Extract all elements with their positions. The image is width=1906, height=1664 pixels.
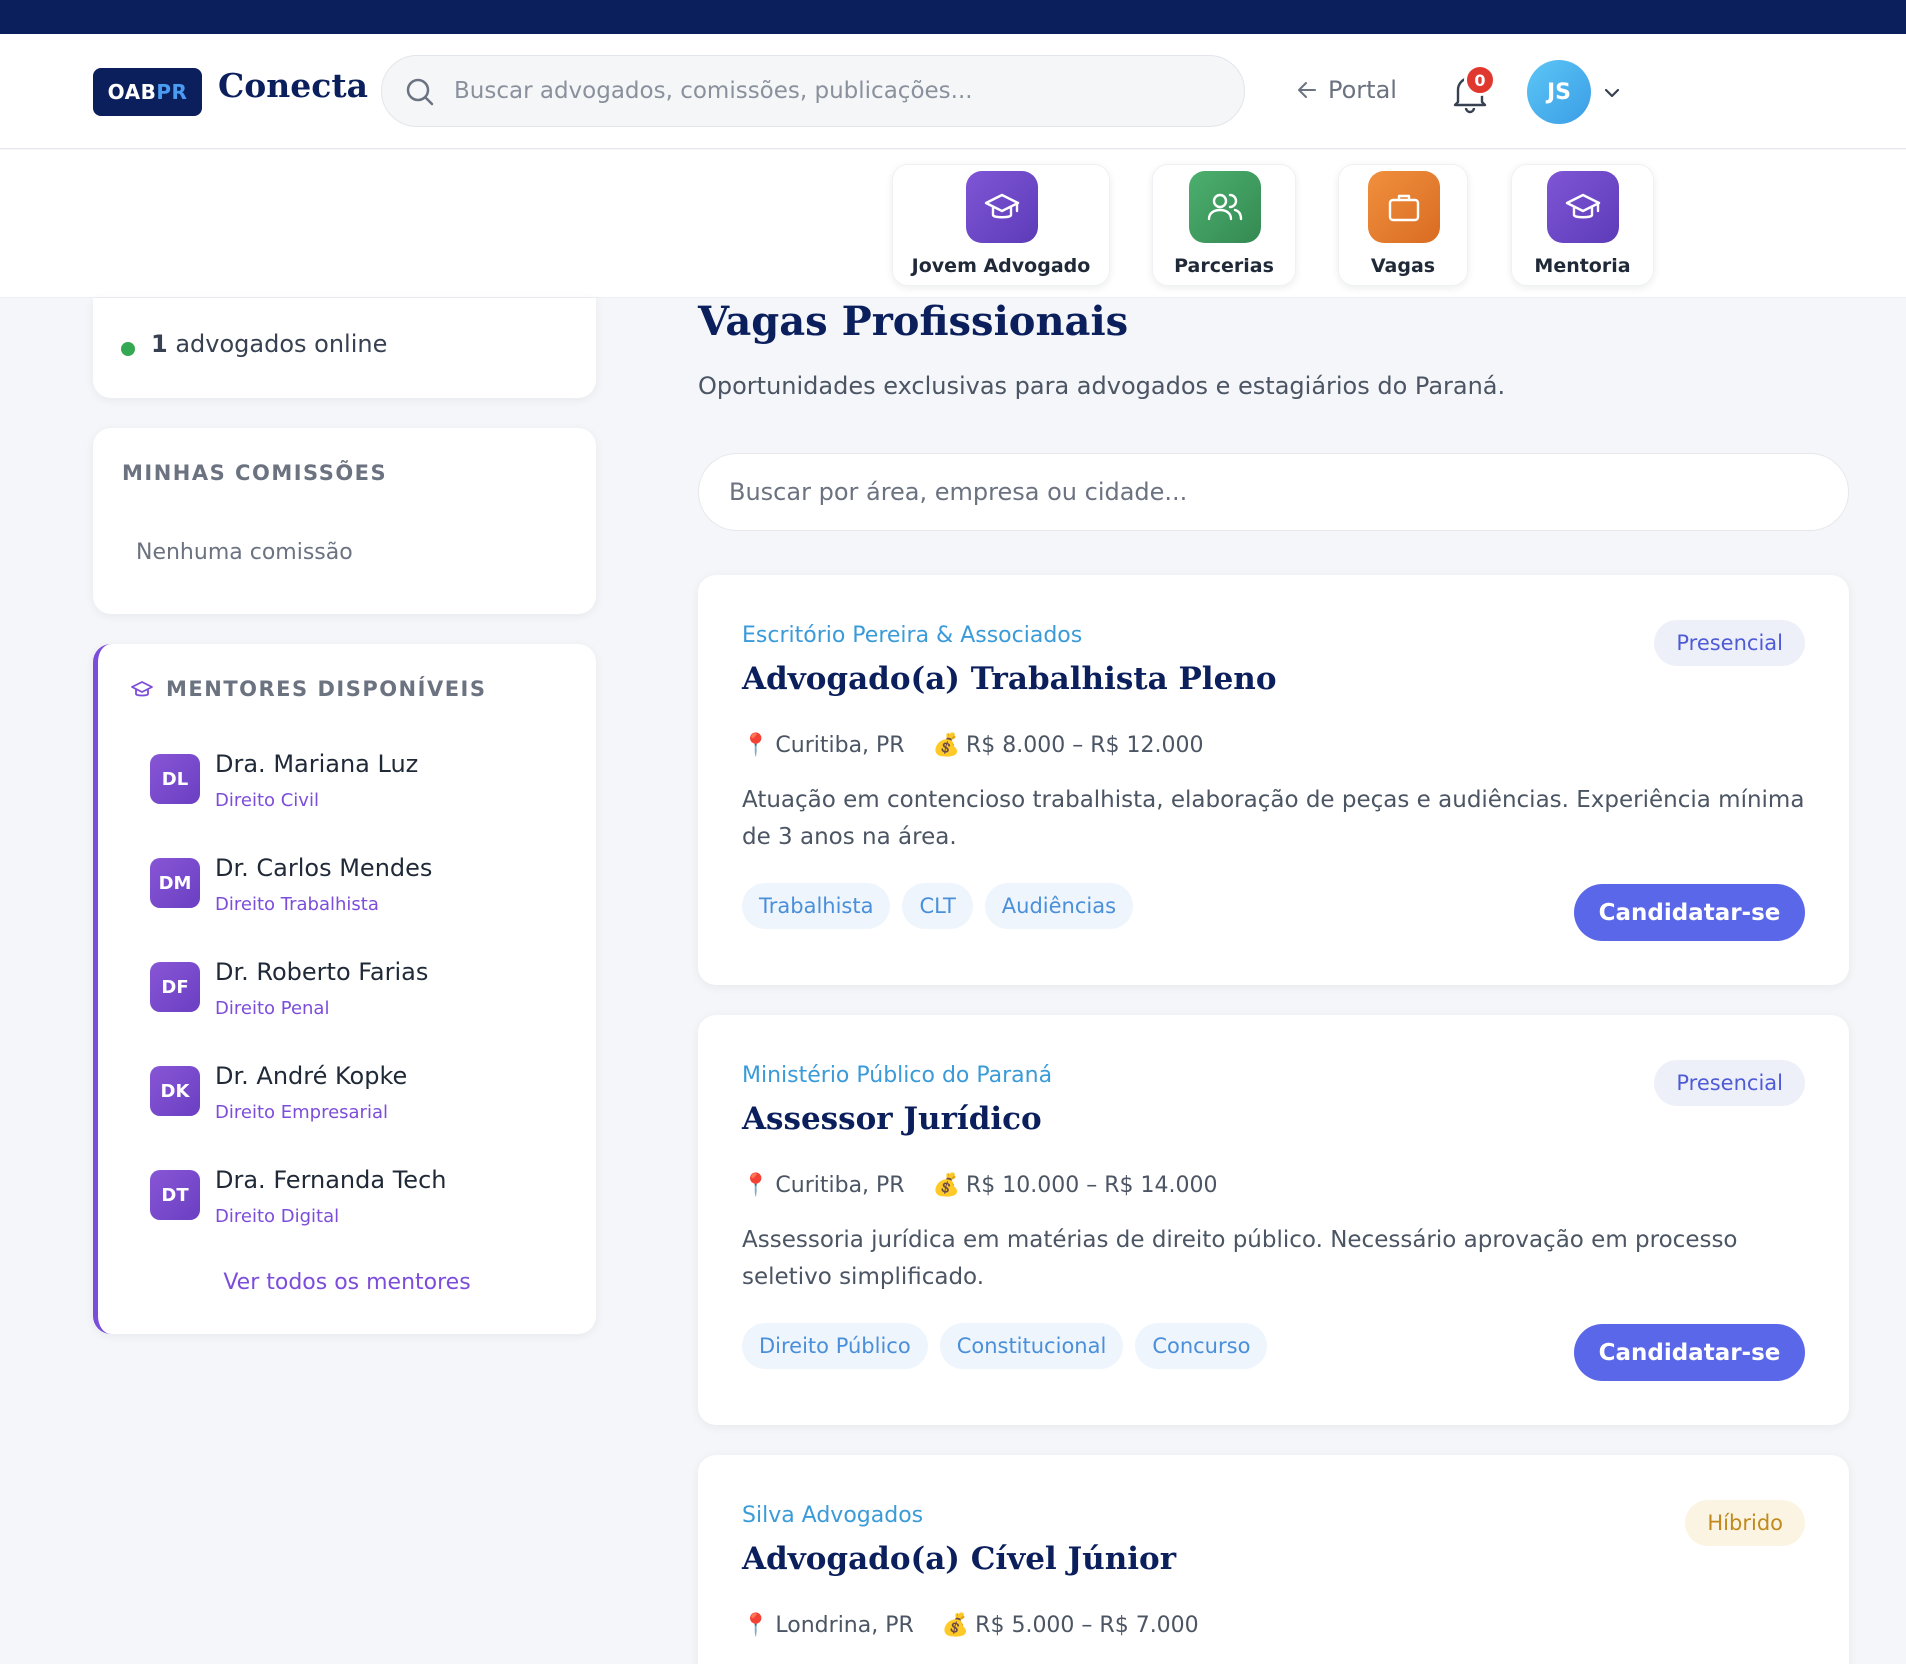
commissions-title: MINHAS COMISSÕES — [122, 461, 388, 485]
job-location: Curitiba, PR — [775, 733, 905, 758]
job-salary: R$ 5.000 – R$ 7.000 — [975, 1613, 1199, 1638]
job-card: Escritório Pereira & Associados Advogado… — [698, 575, 1849, 985]
mentor-name: Dra. Mariana Luz — [215, 750, 419, 778]
job-tag[interactable]: Concurso — [1135, 1323, 1268, 1369]
job-location: Curitiba, PR — [775, 1173, 905, 1198]
job-title[interactable]: Advogado(a) Trabalhista Pleno — [742, 661, 1277, 697]
commissions-empty: Nenhuma comissão — [136, 540, 353, 565]
page-subtitle: Oportunidades exclusivas para advogados … — [698, 372, 1506, 400]
job-tags: Direito Público Constitucional Concurso — [742, 1323, 1268, 1369]
mentor-name: Dr. Roberto Farias — [215, 958, 429, 986]
nav-label: Parcerias — [1174, 255, 1274, 277]
money-bag-icon: 💰 — [932, 733, 960, 758]
mentor-avatar: DF — [150, 962, 200, 1012]
mentor-item[interactable]: DK Dr. André Kopke Direito Empresarial — [150, 1060, 550, 1140]
graduation-cap-icon — [1547, 171, 1619, 243]
arrow-left-icon — [1298, 82, 1316, 98]
mentor-item[interactable]: DF Dr. Roberto Farias Direito Penal — [150, 956, 550, 1036]
mentor-name: Dr. Carlos Mendes — [215, 854, 433, 882]
job-tag[interactable]: Constitucional — [939, 1323, 1124, 1369]
job-description: Assessoria jurídica em matérias de direi… — [742, 1227, 1738, 1290]
job-search-input[interactable]: Buscar por área, empresa ou cidade... — [698, 453, 1849, 531]
notification-badge: 0 — [1464, 64, 1496, 96]
job-mode-badge: Híbrido — [1685, 1500, 1805, 1546]
online-card: 1 advogados online — [93, 298, 596, 398]
nav-parcerias[interactable]: Parcerias — [1152, 164, 1296, 286]
job-company[interactable]: Ministério Público do Paraná — [742, 1063, 1052, 1088]
commissions-card: MINHAS COMISSÕES Nenhuma comissão — [93, 428, 596, 614]
job-salary: R$ 8.000 – R$ 12.000 — [966, 733, 1204, 758]
job-meta: 📍 Curitiba, PR 💰 R$ 10.000 – R$ 14.000 — [742, 1173, 1218, 1198]
job-tag[interactable]: CLT — [902, 883, 973, 929]
graduation-cap-icon — [131, 681, 153, 697]
oab-logo[interactable]: OAB PR — [93, 68, 202, 116]
online-count-text: 1 advogados online — [151, 330, 388, 358]
job-mode-badge: Presencial — [1654, 1060, 1805, 1106]
header: OAB PR Conecta Buscar advogados, comissõe… — [0, 34, 1906, 149]
apply-button[interactable]: Candidatar-se — [1574, 884, 1805, 941]
job-card: Silva Advogados Advogado(a) Cível Júnior… — [698, 1455, 1849, 1664]
mentor-avatar: DM — [150, 858, 200, 908]
job-card: Ministério Público do Paraná Assessor Ju… — [698, 1015, 1849, 1425]
mentor-avatar: DK — [150, 1066, 200, 1116]
users-icon — [1189, 171, 1261, 243]
mentor-item[interactable]: DM Dr. Carlos Mendes Direito Trabalhista — [150, 852, 550, 932]
money-bag-icon: 💰 — [941, 1613, 970, 1638]
job-salary: R$ 10.000 – R$ 14.000 — [966, 1173, 1218, 1198]
mentor-name: Dr. André Kopke — [215, 1062, 408, 1090]
briefcase-icon — [1368, 171, 1440, 243]
job-meta: 📍 Londrina, PR 💰 R$ 5.000 – R$ 7.000 — [742, 1613, 1199, 1638]
job-company[interactable]: Escritório Pereira & Associados — [742, 623, 1082, 648]
job-tag[interactable]: Trabalhista — [742, 883, 891, 929]
mentor-name: Dra. Fernanda Tech — [215, 1166, 447, 1194]
top-accent-bar — [0, 0, 1906, 34]
nav-mentoria[interactable]: Mentoria — [1511, 164, 1654, 286]
job-meta: 📍 Curitiba, PR 💰 R$ 8.000 – R$ 12.000 — [742, 733, 1204, 758]
mentor-item[interactable]: DL Dra. Mariana Luz Direito Civil — [150, 748, 550, 828]
apply-button[interactable]: Candidatar-se — [1574, 1324, 1805, 1381]
nav-label: Vagas — [1370, 255, 1436, 277]
mentor-item[interactable]: DT Dra. Fernanda Tech Direito Digital — [150, 1164, 550, 1244]
search-placeholder: Buscar advogados, comissões, publicações… — [454, 78, 973, 104]
nav-label: Mentoria — [1534, 255, 1631, 277]
search-icon — [406, 78, 434, 106]
location-pin-icon: 📍 — [742, 733, 770, 758]
job-description: Atuação em contencioso trabalhista, elab… — [742, 787, 1805, 850]
mentor-avatar: DT — [150, 1170, 200, 1220]
nav-label: Jovem Advogado — [911, 255, 1091, 277]
nav-vagas[interactable]: Vagas — [1338, 164, 1468, 286]
see-all-mentors-link[interactable]: Ver todos os mentores — [98, 1270, 596, 1295]
mentors-card: MENTORES DISPONÍVEIS DL Dra. Mariana Luz… — [93, 644, 596, 1334]
portal-link[interactable]: Portal — [1296, 76, 1397, 104]
job-search-placeholder: Buscar por área, empresa ou cidade... — [729, 478, 1188, 506]
mentor-area: Direito Digital — [215, 1206, 340, 1227]
job-tag[interactable]: Audiências — [984, 883, 1134, 929]
location-pin-icon: 📍 — [742, 1613, 770, 1638]
mentor-area: Direito Trabalhista — [215, 894, 379, 915]
mentor-area: Direito Penal — [215, 998, 330, 1019]
brand-name[interactable]: Conecta — [218, 66, 368, 105]
mentors-title: MENTORES DISPONÍVEIS — [166, 677, 487, 701]
job-mode-badge: Presencial — [1654, 620, 1805, 666]
chevron-down-icon[interactable] — [1601, 82, 1623, 104]
online-status-dot — [121, 342, 135, 356]
graduation-cap-icon — [966, 171, 1038, 243]
job-title[interactable]: Advogado(a) Cível Júnior — [742, 1541, 1176, 1577]
mentor-avatar: DL — [150, 754, 200, 804]
quick-nav: Jovem Advogado Parcerias Vagas Mentoria — [0, 150, 1906, 298]
user-avatar[interactable]: JS — [1527, 60, 1591, 124]
job-tag[interactable]: Direito Público — [742, 1323, 928, 1369]
global-search-input[interactable]: Buscar advogados, comissões, publicações… — [381, 55, 1245, 127]
page-title: Vagas Profissionais — [698, 298, 1129, 345]
job-title[interactable]: Assessor Jurídico — [742, 1101, 1042, 1137]
money-bag-icon: 💰 — [932, 1173, 960, 1198]
location-pin-icon: 📍 — [742, 1173, 770, 1198]
job-location: Londrina, PR — [775, 1613, 914, 1638]
job-tags: Trabalhista CLT Audiências — [742, 883, 1134, 929]
nav-jovem-advogado[interactable]: Jovem Advogado — [892, 164, 1110, 286]
mentor-area: Direito Empresarial — [215, 1102, 388, 1123]
job-company[interactable]: Silva Advogados — [742, 1503, 923, 1528]
mentor-area: Direito Civil — [215, 790, 319, 811]
